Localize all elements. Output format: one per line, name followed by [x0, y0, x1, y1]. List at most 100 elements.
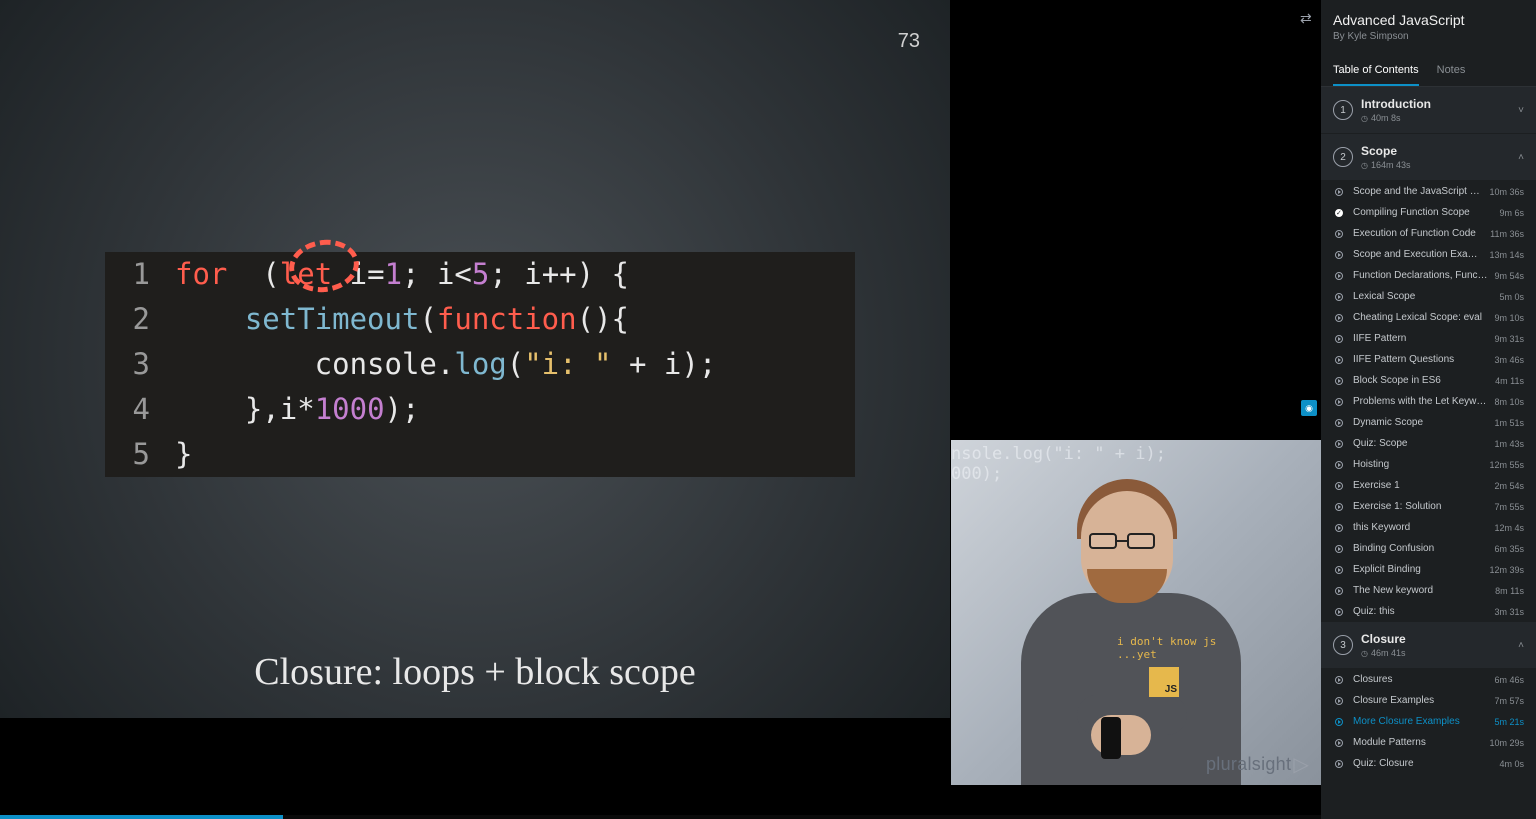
play-icon: [1335, 461, 1343, 469]
clip-item[interactable]: this Keyword12m 4s: [1321, 517, 1536, 538]
clip-duration: 2m 54s: [1494, 481, 1524, 491]
sidebar-tabs: Table of Contents Notes: [1321, 56, 1536, 87]
clip-item[interactable]: Hoisting 12m 55s: [1321, 454, 1536, 475]
play-icon: [1335, 314, 1343, 322]
clip-item[interactable]: Quiz: Closure4m 0s: [1321, 753, 1536, 774]
section-title: Introduction: [1361, 97, 1518, 111]
play-active-icon: [1335, 718, 1343, 726]
clip-item[interactable]: Explicit Binding12m 39s: [1321, 559, 1536, 580]
code-line: 2 setTimeout(function(){: [105, 297, 855, 342]
clip-title: Binding Confusion: [1353, 543, 1488, 554]
clip-item[interactable]: More Closure Examples5m 21s: [1321, 711, 1536, 732]
clip-title: Hoisting: [1353, 459, 1483, 470]
clip-duration: 9m 31s: [1494, 334, 1524, 344]
clip-duration: 6m 35s: [1494, 544, 1524, 554]
code-line: 3 console.log("i: " + i);: [105, 342, 855, 387]
clip-item[interactable]: Execution of Function Code11m 36s: [1321, 223, 1536, 244]
clip-item[interactable]: The New keyword8m 11s: [1321, 580, 1536, 601]
play-icon: [1335, 566, 1343, 574]
clip-duration: 4m 11s: [1495, 376, 1524, 386]
code-line: 1for (let i=1; i<5; i++) {: [105, 252, 855, 297]
play-icon: [1335, 739, 1343, 747]
play-icon: [1335, 356, 1343, 364]
clip-duration: 9m 54s: [1494, 271, 1524, 281]
code-line: 5}: [105, 432, 855, 477]
play-icon: [1335, 230, 1343, 238]
clip-item[interactable]: Quiz: Scope1m 43s: [1321, 433, 1536, 454]
clip-title: Block Scope in ES6: [1353, 375, 1489, 386]
clip-title: Lexical Scope: [1353, 291, 1493, 302]
video-progress-track[interactable]: [0, 815, 1321, 819]
clip-item[interactable]: Module Patterns10m 29s: [1321, 732, 1536, 753]
course-title: Advanced JavaScript: [1333, 12, 1524, 28]
clip-duration: 6m 46s: [1494, 675, 1524, 685]
clip-item[interactable]: Dynamic Scope1m 51s: [1321, 412, 1536, 433]
slide-number: 73: [898, 30, 920, 53]
play-icon: [1335, 188, 1343, 196]
clip-duration: 10m 36s: [1489, 187, 1524, 197]
speaker-figure: i don't know js ...yet JS: [991, 465, 1271, 785]
play-icon: [1335, 419, 1343, 427]
video-player-area[interactable]: 73 1for (let i=1; i<5; i++) {2 setTimeou…: [0, 0, 1321, 819]
chevron-up-icon: ˄: [1518, 640, 1524, 651]
section-duration: ◷ 164m 43s: [1361, 160, 1518, 170]
clip-item[interactable]: Cheating Lexical Scope: eval9m 10s: [1321, 307, 1536, 328]
play-icon: [1335, 440, 1343, 448]
play-icon: [1335, 676, 1343, 684]
clip-duration: 3m 46s: [1494, 355, 1524, 365]
play-icon: [1335, 377, 1343, 385]
clip-title: IIFE Pattern: [1353, 333, 1488, 344]
play-icon: [1335, 335, 1343, 343]
tab-notes[interactable]: Notes: [1437, 56, 1466, 86]
clip-item[interactable]: Function Declarations, Functio...9m 54s: [1321, 265, 1536, 286]
section-header[interactable]: 3Closure◷ 46m 41s˄: [1321, 622, 1536, 669]
clip-item[interactable]: Lexical Scope5m 0s: [1321, 286, 1536, 307]
clip-item[interactable]: Binding Confusion 6m 35s: [1321, 538, 1536, 559]
section-number-icon: 3: [1333, 635, 1353, 655]
section-header[interactable]: 2Scope◷ 164m 43s˄: [1321, 134, 1536, 181]
clip-title: Compiling Function Scope: [1353, 207, 1493, 218]
course-author: By Kyle Simpson: [1333, 31, 1524, 42]
section-title: Closure: [1361, 632, 1518, 646]
clip-item[interactable]: Scope and the JavaScript Com... 10m 36s: [1321, 181, 1536, 202]
section-header[interactable]: 1Introduction◷ 40m 8s˅: [1321, 87, 1536, 134]
clip-title: Closures: [1353, 674, 1488, 685]
clip-duration: 13m 14s: [1489, 250, 1524, 260]
clip-item[interactable]: Closures 6m 46s: [1321, 669, 1536, 690]
clip-item[interactable]: IIFE Pattern 9m 31s: [1321, 328, 1536, 349]
clip-title: this Keyword: [1353, 522, 1488, 533]
clip-item[interactable]: IIFE Pattern Questions 3m 46s: [1321, 349, 1536, 370]
clip-title: Quiz: Closure: [1353, 758, 1493, 769]
play-icon: [1335, 608, 1343, 616]
clip-title: IIFE Pattern Questions: [1353, 354, 1488, 365]
clip-duration: 8m 11s: [1495, 586, 1524, 596]
cc-indicator[interactable]: ◉: [1301, 400, 1317, 416]
play-icon: [1335, 524, 1343, 532]
clip-item[interactable]: Exercise 1 2m 54s: [1321, 475, 1536, 496]
clip-duration: 1m 51s: [1494, 418, 1524, 428]
clip-title: Quiz: this: [1353, 606, 1488, 617]
clip-item[interactable]: Compiling Function Scope9m 6s: [1321, 202, 1536, 223]
play-icon: [1335, 587, 1343, 595]
play-icon: [1335, 760, 1343, 768]
clip-duration: 5m 21s: [1494, 717, 1524, 727]
clip-duration: 12m 55s: [1489, 460, 1524, 470]
clip-item[interactable]: Problems with the Let Keyword8m 10s: [1321, 391, 1536, 412]
slide-content: 73 1for (let i=1; i<5; i++) {2 setTimeou…: [0, 0, 950, 718]
course-sidebar: Advanced JavaScript By Kyle Simpson Tabl…: [1321, 0, 1536, 819]
clip-item[interactable]: Exercise 1: Solution7m 55s: [1321, 496, 1536, 517]
clip-item[interactable]: Scope and Execution Example 13m 14s: [1321, 244, 1536, 265]
clip-item[interactable]: Block Scope in ES6 4m 11s: [1321, 370, 1536, 391]
clip-item[interactable]: Quiz: this3m 31s: [1321, 601, 1536, 622]
clip-title: Execution of Function Code: [1353, 228, 1484, 239]
collapse-sidebar-icon[interactable]: ⇄: [1300, 10, 1312, 27]
clip-item[interactable]: Closure Examples7m 57s: [1321, 690, 1536, 711]
section-number-icon: 1: [1333, 100, 1353, 120]
tab-table-of-contents[interactable]: Table of Contents: [1333, 56, 1419, 86]
clip-title: Scope and Execution Example: [1353, 249, 1483, 260]
play-icon: [1335, 697, 1343, 705]
slide-title: Closure: loops + block scope: [0, 650, 950, 694]
clip-title: Exercise 1: [1353, 480, 1488, 491]
clip-title: Scope and the JavaScript Com...: [1353, 186, 1483, 197]
section-title: Scope: [1361, 144, 1518, 158]
